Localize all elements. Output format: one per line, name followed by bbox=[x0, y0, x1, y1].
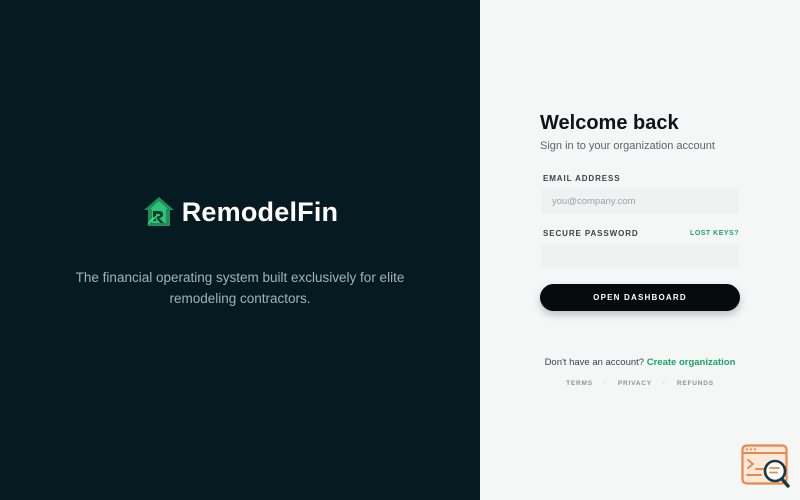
lost-keys-link[interactable]: LOST KEYS? bbox=[690, 230, 739, 237]
form-subtitle: Sign in to your organization account bbox=[540, 140, 715, 152]
password-label: SECURE PASSWORD bbox=[543, 229, 639, 238]
refunds-link[interactable]: REFUNDS bbox=[677, 380, 714, 387]
footer-separator: · bbox=[662, 380, 666, 387]
code-search-icon bbox=[741, 444, 790, 488]
footer-separator: · bbox=[603, 380, 607, 387]
login-form-panel: Welcome back Sign in to your organizatio… bbox=[480, 0, 800, 500]
terms-link[interactable]: TERMS bbox=[566, 380, 593, 387]
login-page: RemodelFin The financial operating syste… bbox=[0, 0, 800, 500]
brand-logo: RemodelFin bbox=[0, 195, 480, 229]
brand-panel: RemodelFin The financial operating syste… bbox=[0, 0, 480, 500]
signup-prompt: Don't have an account? bbox=[544, 357, 645, 368]
form-title: Welcome back bbox=[540, 112, 679, 134]
create-organization-link[interactable]: Create organization bbox=[647, 357, 736, 368]
password-field[interactable] bbox=[541, 243, 739, 269]
brand-tagline: The financial operating system built exc… bbox=[75, 270, 405, 306]
privacy-link[interactable]: PRIVACY bbox=[618, 380, 652, 387]
email-label: EMAIL ADDRESS bbox=[543, 174, 621, 183]
email-field[interactable] bbox=[541, 188, 739, 214]
corner-widget[interactable] bbox=[741, 444, 791, 490]
house-leaf-logo-icon bbox=[143, 197, 174, 226]
open-dashboard-button[interactable]: OPEN DASHBOARD bbox=[540, 284, 740, 311]
brand-name: RemodelFin bbox=[181, 196, 339, 227]
footer-links: TERMS · PRIVACY · REFUNDS bbox=[480, 380, 800, 387]
signup-row: Don't have an account? Create organizati… bbox=[480, 357, 800, 368]
